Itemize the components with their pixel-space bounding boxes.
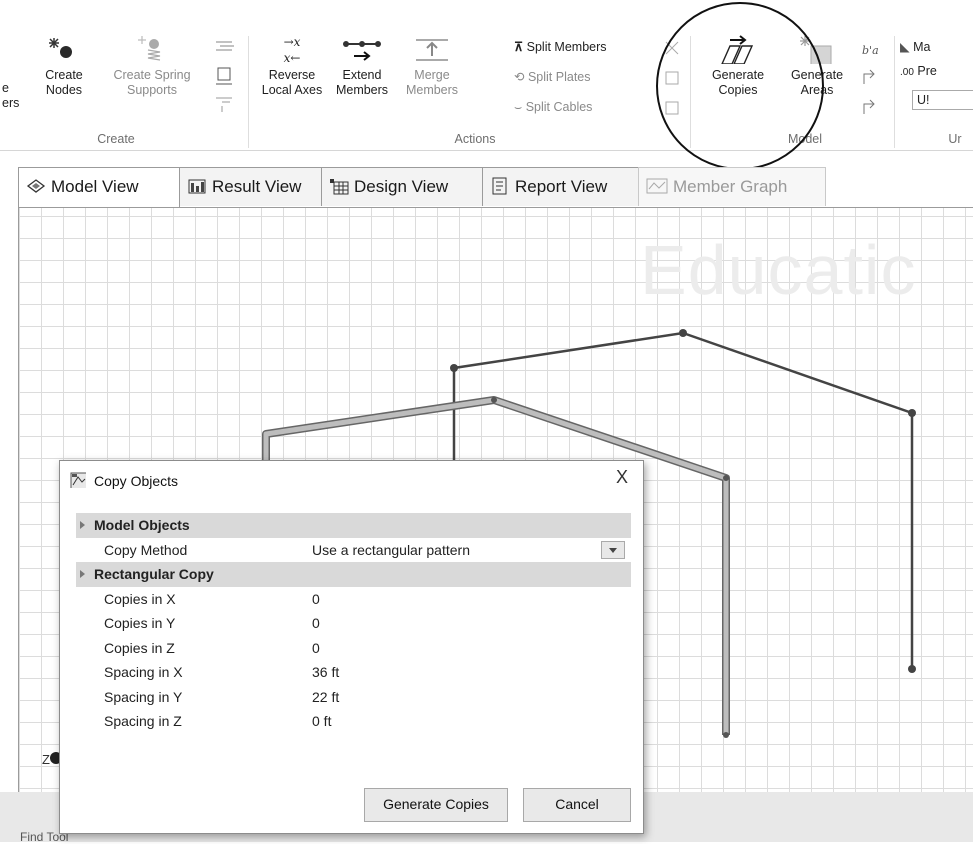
node[interactable] (908, 409, 916, 417)
property-name: Copies in Y (104, 615, 176, 631)
property-row: Spacing in Y 22 ft (76, 685, 631, 710)
dropdown-arrow-icon[interactable] (601, 540, 625, 559)
property-row: Copies in Z 0 (76, 636, 631, 661)
copy-method-name: Copy Method (104, 541, 188, 558)
copies-x-field[interactable]: 0 (312, 587, 320, 611)
property-grid: Model Objects Copy Method Use a rectangu… (76, 513, 631, 734)
copy-method-select[interactable]: Use a rectangular pattern (312, 538, 629, 560)
category-model-objects[interactable]: Model Objects (76, 513, 631, 538)
copy-objects-dialog: Copy Objects X Model Objects Copy Method… (59, 460, 644, 834)
property-name: Copies in Z (104, 639, 175, 656)
close-button[interactable]: X (611, 467, 633, 488)
node[interactable] (491, 397, 497, 403)
node[interactable] (679, 329, 687, 337)
copy-method-value: Use a rectangular pattern (312, 541, 470, 558)
property-name: Spacing in Y (104, 688, 183, 705)
property-row: Spacing in Z 0 ft (76, 709, 631, 734)
node[interactable] (908, 665, 916, 673)
spacing-x-field[interactable]: 36 ft (312, 660, 339, 684)
category-rectangular-copy[interactable]: Rectangular Copy (76, 562, 631, 587)
node[interactable] (723, 732, 729, 738)
property-row: Copies in X 0 (76, 587, 631, 612)
copies-z-field[interactable]: 0 (312, 636, 320, 660)
node[interactable] (723, 475, 729, 481)
dialog-title: Copy Objects (94, 473, 179, 489)
cancel-button[interactable]: Cancel (523, 788, 631, 822)
spacing-y-field[interactable]: 22 ft (312, 685, 339, 709)
property-row: Copies in Y 0 (76, 611, 631, 636)
z-axis-label: Z (42, 752, 50, 767)
property-name: Spacing in Z (104, 713, 182, 729)
expand-caret-icon[interactable] (80, 570, 85, 578)
node[interactable] (450, 364, 458, 372)
generate-copies-dialog-button[interactable]: Generate Copies (364, 788, 508, 822)
copies-y-field[interactable]: 0 (312, 611, 320, 635)
category-label: Model Objects (94, 517, 190, 533)
expand-caret-icon[interactable] (80, 521, 85, 529)
category-label: Rectangular Copy (94, 566, 214, 582)
property-name: Copies in X (104, 590, 176, 607)
property-row: Spacing in X 36 ft (76, 660, 631, 685)
property-name: Spacing in X (104, 664, 183, 680)
copy-objects-icon (70, 472, 86, 488)
copy-method-row: Copy Method Use a rectangular pattern (76, 538, 631, 563)
spacing-z-field[interactable]: 0 ft (312, 709, 331, 733)
